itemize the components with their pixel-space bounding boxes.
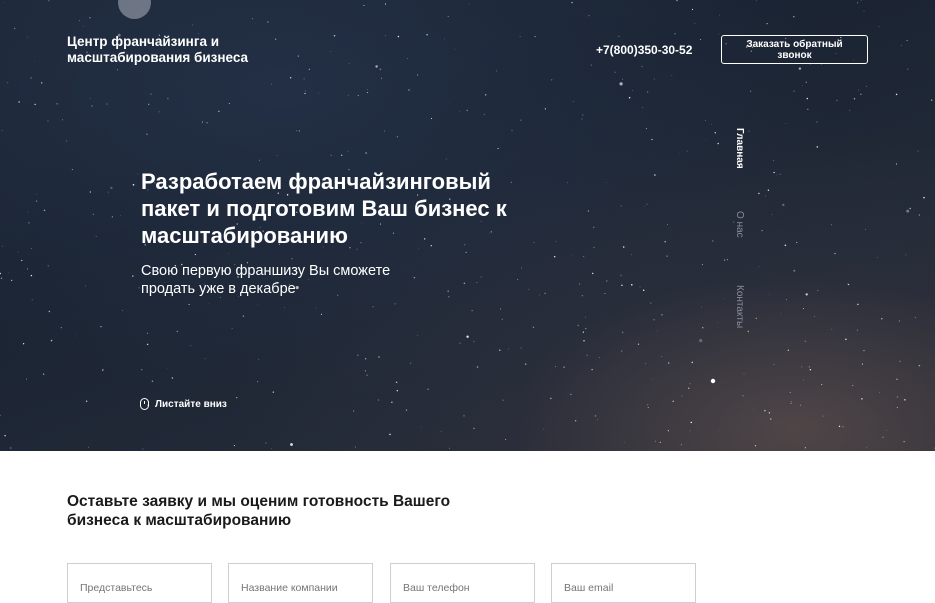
company-field[interactable] <box>228 563 373 603</box>
email-field[interactable] <box>551 563 696 603</box>
phone-field[interactable] <box>390 563 535 603</box>
name-field[interactable] <box>67 563 212 603</box>
side-nav-item-contacts[interactable]: Контакты <box>734 285 745 328</box>
brand-logo-text[interactable]: Центр франчайзинга и масштабирования биз… <box>67 34 287 66</box>
form-title: Оставьте заявку и мы оценим готовность В… <box>67 493 451 529</box>
phone-number[interactable]: +7(800)350-30-52 <box>596 43 692 57</box>
callback-button[interactable]: Заказать обратный звонок <box>721 35 868 64</box>
hero-section: Центр франчайзинга и масштабирования биз… <box>0 0 935 451</box>
side-nav-item-about[interactable]: О нас <box>734 211 745 238</box>
scroll-down-label: Листайте вниз <box>155 398 227 410</box>
mouse-icon <box>140 398 149 410</box>
side-nav-item-main[interactable]: Главная <box>734 128 745 169</box>
scroll-down-link[interactable]: Листайте вниз <box>140 398 227 410</box>
hero-headline: Разработаем франчайзинговый пакет и подг… <box>141 169 507 248</box>
hero-subheadline: Свою первую франшизу Вы сможете продать … <box>141 263 391 297</box>
